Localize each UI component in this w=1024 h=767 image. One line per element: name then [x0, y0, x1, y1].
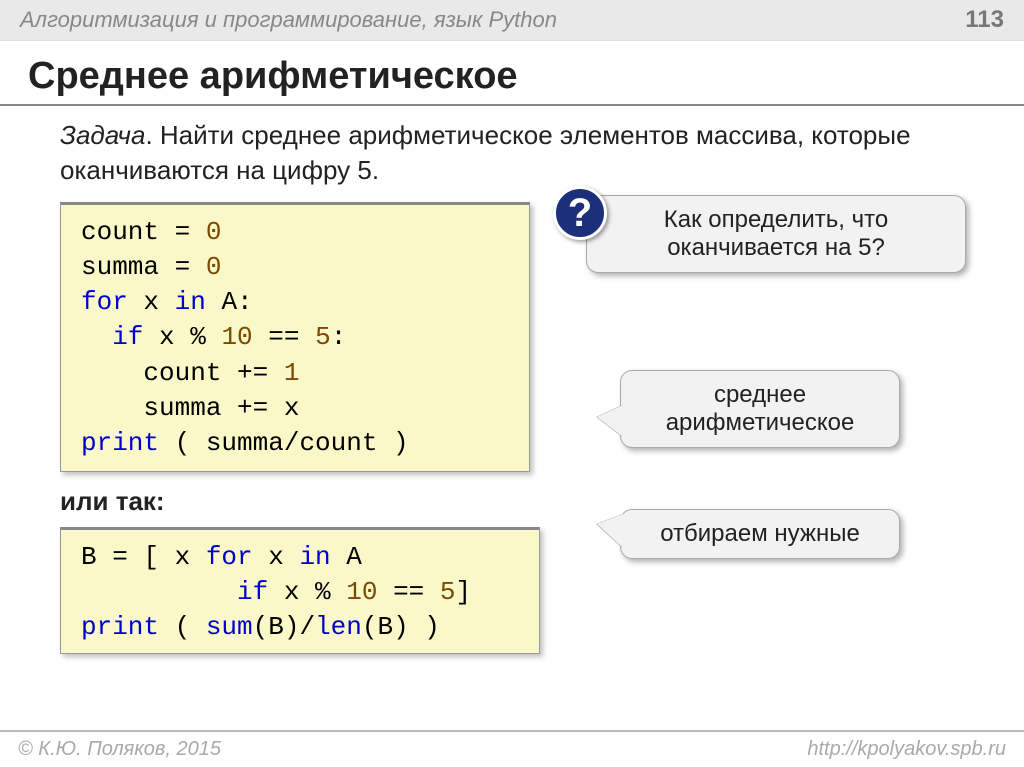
code-token: len — [315, 612, 362, 642]
page-title: Среднее арифметическое — [28, 55, 996, 98]
code-token: x % — [268, 577, 346, 607]
code-token: : — [331, 322, 347, 352]
code-token: sum — [206, 612, 253, 642]
code-token: x — [253, 542, 300, 572]
code-token: += — [221, 358, 283, 388]
callout-text: Как определить, что оканчивается на 5? — [664, 206, 888, 261]
code-token: print — [81, 428, 159, 458]
code-token: += x — [221, 393, 299, 423]
code-token: summa — [81, 252, 159, 282]
code-token: if — [81, 577, 268, 607]
code-token: A: — [206, 287, 253, 317]
code-token: 10 — [221, 322, 252, 352]
code-token: 1 — [284, 358, 300, 388]
question-icon: ? — [553, 186, 607, 240]
code-token: 0 — [206, 252, 222, 282]
callout-text: отбираем нужные — [660, 520, 860, 547]
page-number: 113 — [965, 6, 1004, 34]
code-token: for — [206, 542, 253, 572]
code-token: 5 — [315, 322, 331, 352]
task-label: Задача — [60, 120, 145, 150]
code-token: = — [159, 217, 206, 247]
callout-mean: среднее арифметическое — [620, 370, 900, 448]
code-token: 10 — [346, 577, 377, 607]
callout-tail-icon — [597, 405, 623, 437]
code-token: x — [128, 287, 175, 317]
code-token: = — [159, 252, 206, 282]
code-token: print — [81, 612, 159, 642]
code-token: ( — [159, 612, 206, 642]
task-text: Задача. Найти среднее арифметическое эле… — [60, 118, 974, 188]
code-token: for — [81, 287, 128, 317]
code-token: A — [331, 542, 362, 572]
header-category: Алгоритмизация и программирование, язык … — [20, 7, 557, 33]
code-token: == — [253, 322, 315, 352]
code-token: count — [81, 217, 159, 247]
code-token: summa — [81, 393, 221, 423]
title-underline — [0, 104, 1024, 106]
code-token: in — [299, 542, 330, 572]
code-token: x % — [143, 322, 221, 352]
callout-text: среднее арифметическое — [666, 381, 855, 436]
callout-question: ? Как определить, что оканчивается на 5? — [586, 195, 966, 273]
task-body: . Найти среднее арифметическое элементов… — [60, 120, 911, 185]
question-mark: ? — [568, 191, 592, 236]
code-block-2: B = [ x for x in A if x % 10 == 5] print… — [60, 527, 540, 654]
code-token: == — [377, 577, 439, 607]
code-token: (B) ) — [362, 612, 440, 642]
code-block-1: count = 0 summa = 0 for x in A: if x % 1… — [60, 202, 530, 472]
code-token: (B)/ — [253, 612, 315, 642]
code-token: = [ x — [97, 542, 206, 572]
callout-filter: отбираем нужные — [620, 509, 900, 559]
header: Алгоритмизация и программирование, язык … — [0, 0, 1024, 41]
code-token: ( summa/count ) — [159, 428, 409, 458]
footer-author: © К.Ю. Поляков, 2015 — [18, 738, 221, 761]
code-token: if — [81, 322, 143, 352]
code-token: count — [81, 358, 221, 388]
callout-tail-icon — [597, 514, 623, 548]
code-token: in — [175, 287, 206, 317]
code-token: 5 — [440, 577, 456, 607]
footer-url: http://kpolyakov.spb.ru — [807, 738, 1006, 761]
code-token: ] — [456, 577, 472, 607]
code-token: B — [81, 542, 97, 572]
footer: © К.Ю. Поляков, 2015 http://kpolyakov.sp… — [0, 730, 1024, 767]
code-token: 0 — [206, 217, 222, 247]
